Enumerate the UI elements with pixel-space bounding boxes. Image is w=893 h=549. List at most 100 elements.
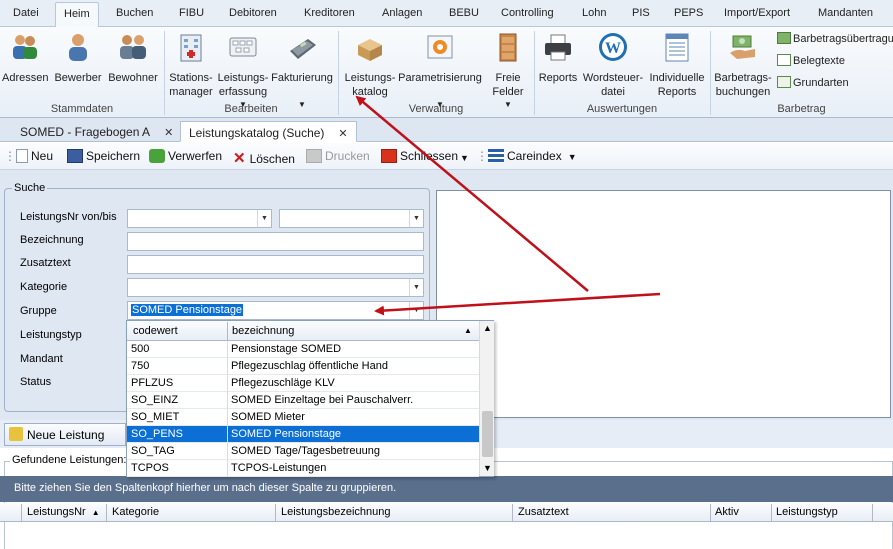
menu-tab-kreditoren[interactable]: Kreditoren xyxy=(304,7,355,19)
barbetragsuebertragung-button[interactable]: Barbetragsübertragu xyxy=(777,32,893,45)
chevron-down-icon[interactable]: ▼ xyxy=(409,279,423,296)
menu-tab-bebu[interactable]: BEBU xyxy=(449,7,479,19)
menu-tab-peps[interactable]: PEPS xyxy=(674,7,703,19)
verwerfen-button[interactable]: Verwerfen xyxy=(149,149,222,163)
neue-leistung-button[interactable]: Neue Leistung xyxy=(4,423,126,446)
leistungsnr-bis-combo[interactable]: ▼ xyxy=(279,209,424,228)
column-header-zusatztext[interactable]: Zusatztext xyxy=(518,506,569,518)
menu-tab-pis[interactable]: PIS xyxy=(632,7,650,19)
dropdown-row[interactable]: 750 Pflegezuschlag öffentliche Hand xyxy=(127,358,479,375)
bewerber-button[interactable]: Bewerber xyxy=(52,31,104,85)
column-separator xyxy=(872,504,873,521)
menu-tab-buchen[interactable]: Buchen xyxy=(116,7,153,19)
chevron-up-icon[interactable]: ▲ xyxy=(483,323,492,333)
column-header-bezeichnung[interactable]: bezeichnung xyxy=(232,325,294,337)
column-header-leistungstyp[interactable]: Leistungstyp xyxy=(776,506,838,518)
menu-tab-debitoren[interactable]: Debitoren xyxy=(229,7,277,19)
dropdown-scrollbar[interactable]: ▲ ▼ xyxy=(479,321,494,476)
menu-tab-import-export[interactable]: Import/Export xyxy=(724,7,790,19)
leistungserfassung-button[interactable]: Leistungs- erfassung ▼ xyxy=(216,31,270,109)
money-transfer-icon xyxy=(777,32,791,44)
stationsmanager-button[interactable]: Stations- manager xyxy=(166,31,216,99)
dropdown-row[interactable]: SO_MIET SOMED Mieter xyxy=(127,409,479,426)
column-separator xyxy=(275,504,276,521)
close-icon[interactable]: ✕ xyxy=(164,127,173,139)
group-label-bearbeiten: Bearbeiten xyxy=(224,103,278,115)
people-icon xyxy=(13,35,37,59)
menu-tab-lohn[interactable]: Lohn xyxy=(582,7,606,19)
chevron-down-icon[interactable]: ▼ xyxy=(483,463,492,473)
list-icon xyxy=(488,149,504,163)
calculator-icon xyxy=(290,39,316,59)
zusatztext-field[interactable] xyxy=(127,255,424,274)
residents-icon xyxy=(120,35,146,59)
chevron-down-icon[interactable]: ▼ xyxy=(257,210,271,227)
chevron-down-icon[interactable]: ▼ xyxy=(460,153,469,163)
parametrisierung-button[interactable]: Parametrisierung ▼ xyxy=(398,31,482,109)
bezeichnung-field[interactable] xyxy=(127,232,424,251)
menu-bar: Datei Heim Buchen FIBU Debitoren Kredito… xyxy=(0,0,893,28)
dropdown-row[interactable]: 500 Pensionstage SOMED xyxy=(127,341,479,358)
tab-somed-fragebogen[interactable]: SOMED - Fragebogen A ✕ xyxy=(12,121,181,142)
wordsteuerdatei-button[interactable]: W Wordsteuer- datei xyxy=(580,31,646,99)
freie-felder-button[interactable]: Freie Felder ▼ xyxy=(484,31,532,109)
chevron-down-icon[interactable]: ▼ xyxy=(409,210,423,227)
tab-leistungskatalog-suche[interactable]: Leistungskatalog (Suche) ✕ xyxy=(180,121,357,142)
menu-tab-mandanten[interactable]: Mandanten xyxy=(818,7,873,19)
chevron-down-icon: ▼ xyxy=(567,152,577,162)
group-by-panel: Bitte ziehen Sie den Spaltenkopf hierher… xyxy=(0,476,893,502)
sort-asc-icon: ▲ xyxy=(464,326,472,335)
kategorie-combo[interactable]: ▼ xyxy=(127,278,424,297)
scrollbar-thumb[interactable] xyxy=(482,411,493,457)
menu-tab-anlagen[interactable]: Anlagen xyxy=(382,7,422,19)
grid-icon xyxy=(777,76,791,88)
menu-tab-heim[interactable]: Heim xyxy=(55,2,99,28)
close-icon[interactable]: ✕ xyxy=(338,128,347,140)
preview-pane xyxy=(436,170,893,440)
dropdown-row[interactable]: SO_TAG SOMED Tage/Tagesbetreuung xyxy=(127,443,479,460)
dropdown-row[interactable]: TCPOS TCPOS-Leistungen xyxy=(127,460,479,477)
sort-asc-icon: ▲ xyxy=(91,508,100,517)
delete-x-icon: ✕ xyxy=(233,150,246,167)
careindex-button[interactable]: Careindex ▼ xyxy=(488,149,577,163)
belegtexte-button[interactable]: Belegtexte xyxy=(777,54,845,67)
column-separator xyxy=(771,504,772,521)
leistungskatalog-button[interactable]: Leistungs- katalog xyxy=(342,31,398,99)
close-window-icon xyxy=(381,149,397,163)
menu-tab-datei[interactable]: Datei xyxy=(13,7,39,19)
column-header-aktiv[interactable]: Aktiv xyxy=(715,506,739,518)
drucken-button[interactable]: Drucken xyxy=(306,149,370,163)
column-header-codewert[interactable]: codewert xyxy=(133,325,178,337)
wordpress-icon: W xyxy=(599,33,627,61)
dropdown-row-selected[interactable]: SO_PENS SOMED Pensionstage xyxy=(127,426,479,443)
menu-tab-fibu[interactable]: FIBU xyxy=(179,7,204,19)
dropdown-row[interactable]: SO_EINZ SOMED Einzeltage bei Pauschalverr… xyxy=(127,392,479,409)
loeschen-button[interactable]: ✕ Löschen xyxy=(233,149,295,167)
speichern-button[interactable]: Speichern xyxy=(67,149,140,163)
gruppe-combo[interactable]: SOMED Pensionstage ▼ xyxy=(127,301,424,320)
column-header-kategorie[interactable]: Kategorie xyxy=(112,506,159,518)
document-text-icon xyxy=(777,54,791,66)
chevron-down-icon[interactable]: ▼ xyxy=(409,302,423,319)
column-header-leistungsnr[interactable]: LeistungsNr ▲ xyxy=(27,506,100,518)
grundarten-button[interactable]: Grundarten xyxy=(777,76,849,89)
menu-tab-controlling[interactable]: Controlling xyxy=(501,7,554,19)
barbetragsbuchungen-button[interactable]: Barbetrags- buchungen xyxy=(712,31,774,99)
individuelle-reports-button[interactable]: Individuelle Reports xyxy=(646,31,708,99)
dropdown-header: codewert bezeichnung ▲ xyxy=(127,321,479,341)
dropdown-row[interactable]: PFLZUS Pflegezuschläge KLV xyxy=(127,375,479,392)
reports-button[interactable]: Reports xyxy=(536,31,580,85)
new-document-icon xyxy=(16,149,28,163)
toolbar-grip: ⋮ xyxy=(4,149,16,163)
fakturierung-button[interactable]: Fakturierung ▼ xyxy=(270,31,334,109)
leistungsnr-von-combo[interactable]: ▼ xyxy=(127,209,272,228)
money-hand-icon xyxy=(730,35,755,59)
column-header-leistungsbezeichnung[interactable]: Leistungsbezeichnung xyxy=(281,506,390,518)
preview-box xyxy=(436,190,891,418)
gruppe-label: Gruppe xyxy=(20,305,57,317)
bewohner-button[interactable]: Bewohner xyxy=(106,31,160,85)
cabinet-icon xyxy=(499,33,517,62)
neu-button[interactable]: Neu xyxy=(16,149,53,163)
schliessen-button[interactable]: Schliessen xyxy=(381,149,458,163)
adressen-button[interactable]: Adressen xyxy=(2,31,48,85)
